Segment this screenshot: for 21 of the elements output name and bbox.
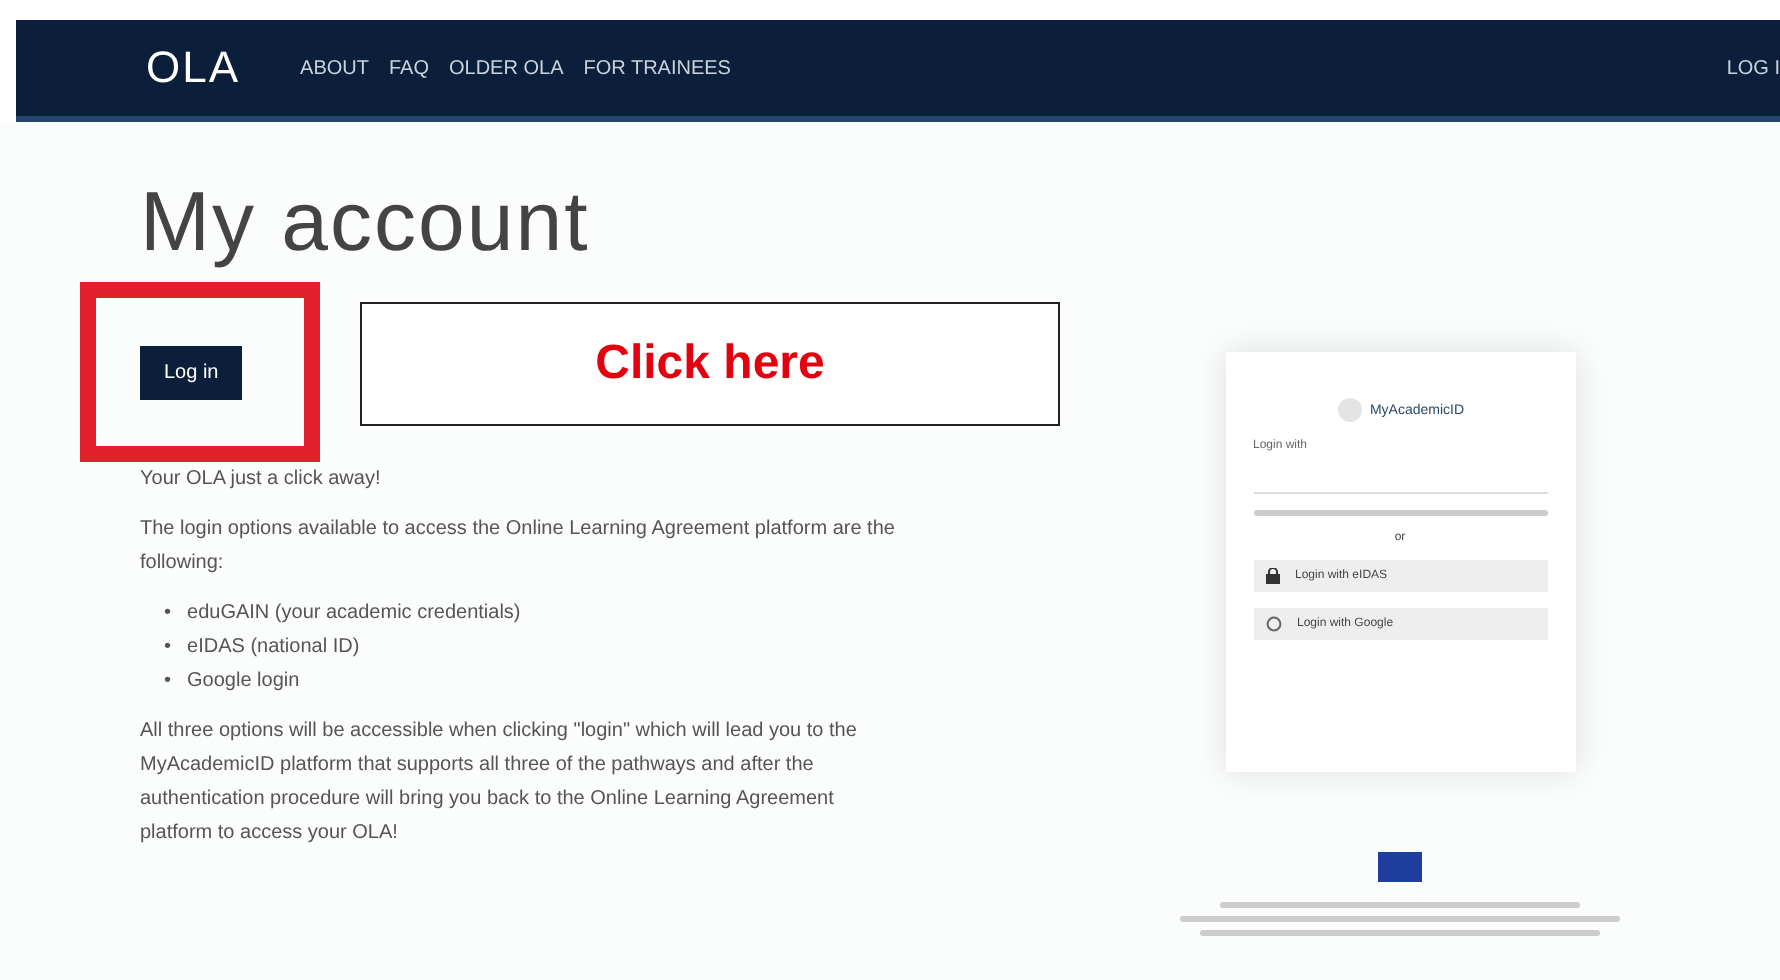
option-item: Google login: [187, 668, 300, 696]
callout-label: Click here: [360, 302, 1060, 426]
nav-link[interactable]: FAQ: [388, 57, 429, 79]
option-item: eIDAS (national ID): [187, 634, 360, 662]
flag-icon: [1378, 852, 1422, 882]
bullet-mark: •: [164, 600, 172, 628]
logo-icon: [1335, 396, 1364, 424]
login-button[interactable]: Log in: [140, 345, 243, 399]
lock-icon: [1265, 568, 1279, 584]
nav-link[interactable]: OLDER OLA: [449, 57, 564, 79]
closing-text: All three options will be accessible when clicking "login" which will lead you to the MyAcademicID platform that supports all three of the pathways and after the authentication procedure will bring you back to the Online Learning Agreement platform to access your OLA!: [140, 718, 859, 848]
option-item: eduGAIN (your academic credentials): [187, 600, 521, 628]
site-logo[interactable]: OLA: [146, 42, 241, 94]
intro-text: Your OLA just a click away!: [140, 466, 383, 494]
bullet-mark: •: [164, 634, 172, 662]
options-text: The login options available to access the Online Learning Agreement platform are the following:: [140, 516, 897, 578]
login-link[interactable]: LOG I: [1726, 57, 1780, 79]
bullet-mark: •: [164, 668, 172, 696]
nav-link[interactable]: ABOUT: [300, 57, 369, 79]
nav-link[interactable]: FOR TRAINEES: [583, 57, 731, 79]
page-title: My account: [140, 174, 592, 270]
